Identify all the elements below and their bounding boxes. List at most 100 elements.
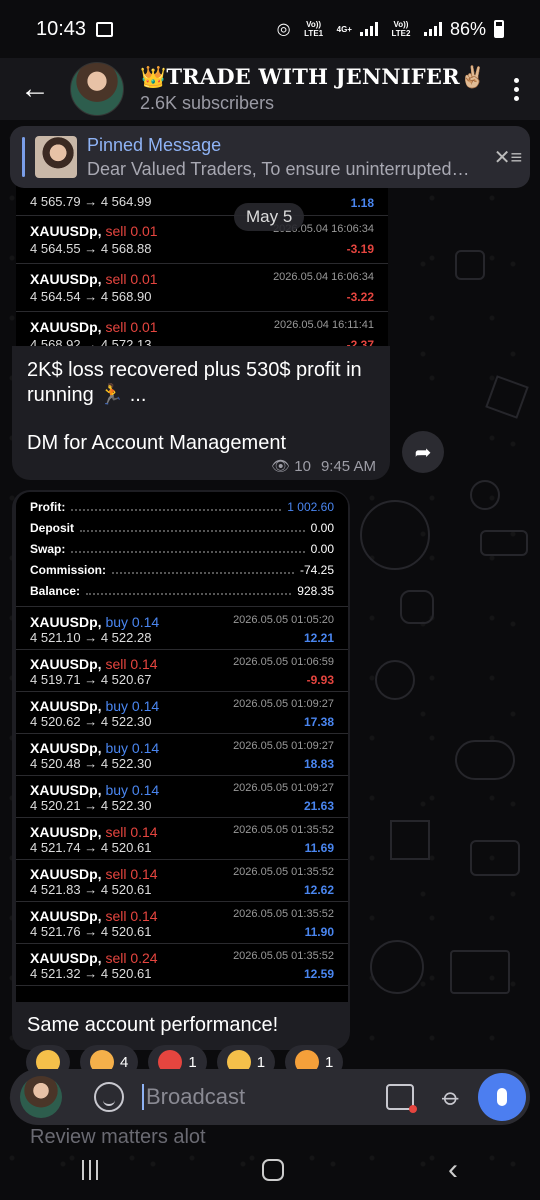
table-row: XAUUSDp, sell 0.01 4 568.92 → 4 572.13 2… bbox=[16, 313, 388, 348]
doodle-icon bbox=[455, 250, 485, 280]
trade-symbol: XAUUSDp, sell 0.01 bbox=[30, 223, 158, 239]
back-button[interactable]: ← bbox=[0, 58, 70, 120]
eye-icon: 👁 bbox=[271, 458, 291, 475]
status-icons: ◎ Vo)) LTE1 4G+ Vo)) LTE2 86% bbox=[277, 19, 504, 40]
trade-date: 2026.05.05 01:09:27 bbox=[233, 740, 334, 752]
microphone-button[interactable] bbox=[478, 1073, 526, 1121]
pinned-list-icon[interactable]: ✕≡ bbox=[486, 145, 530, 170]
symbol-text: XAUUSDp, bbox=[30, 950, 102, 966]
trade-profit: 21.63 bbox=[303, 799, 334, 813]
trade-price: 4 521.83 → 4 520.61 bbox=[30, 882, 152, 897]
message-text-line: running 🏃 ... bbox=[27, 384, 147, 406]
trade-date: 2026.05.05 01:09:27 bbox=[233, 698, 334, 710]
message-time: 9:45 AM bbox=[320, 457, 376, 475]
trade-price: 4 520.62 → 4 522.30 bbox=[30, 714, 152, 729]
symbol-text: XAUUSDp, bbox=[30, 782, 102, 798]
trade-side: buy 0.14 bbox=[105, 740, 160, 756]
trade-screenshot-main[interactable]: Profit: 1 002.60 Deposit 0.00 Swap: 0.00 Co… bbox=[16, 492, 348, 1002]
trade-price: 4 521.10 → 4 522.28 bbox=[30, 630, 152, 645]
trade-price: 4 519.71 → 4 520.67 bbox=[30, 672, 152, 687]
more-menu-button[interactable] bbox=[492, 58, 540, 120]
trade-symbol: XAUUSDp, sell 0.14 bbox=[30, 656, 158, 672]
summary-value: 1 002.60 bbox=[287, 499, 334, 514]
summary-key: Swap: bbox=[30, 541, 66, 556]
trade-side: buy 0.14 bbox=[105, 782, 160, 798]
hotspot-icon: ◎ bbox=[276, 21, 291, 38]
trade-side: sell 0.01 bbox=[105, 271, 158, 287]
trade-profit: 18.83 bbox=[303, 757, 334, 771]
channel-info[interactable]: 👑TRADE WITH JENNIFER✌🏼 2.6K subscribers bbox=[140, 64, 486, 114]
doodle-icon bbox=[360, 500, 430, 570]
share-arrow-icon: ➦ bbox=[414, 441, 432, 464]
doodle-icon bbox=[455, 740, 515, 780]
doodle-icon bbox=[400, 590, 434, 624]
microphone-icon bbox=[497, 1088, 507, 1106]
trade-side: sell 0.01 bbox=[105, 223, 158, 239]
trade-date: 2026.05.04 16:11:41 bbox=[273, 319, 374, 331]
trade-profit: 12.59 bbox=[303, 967, 334, 981]
trade-profit: 11.69 bbox=[304, 841, 334, 855]
signal-icon-2 bbox=[423, 22, 442, 36]
message-text: Same account performance! bbox=[27, 1014, 279, 1036]
symbol-text: XAUUSDp, bbox=[30, 223, 102, 239]
summary-key: Balance: bbox=[30, 583, 81, 598]
pinned-message-bar[interactable]: Pinned Message Dear Valued Traders, To e… bbox=[10, 126, 530, 188]
message-bubble[interactable]: 2K$ loss recovered plus 530$ profit in r… bbox=[12, 346, 390, 480]
pinned-thumbnail bbox=[35, 136, 77, 178]
table-row: XAUUSDp, buy 0.14 4 520.48 → 4 522.30 20… bbox=[16, 734, 348, 776]
summary-value: -74.25 bbox=[299, 562, 334, 577]
summary-row: Swap: 0.00 bbox=[30, 538, 334, 559]
dot bbox=[513, 95, 519, 101]
trade-price: 4 565.79 → 4 564.99 bbox=[30, 194, 152, 209]
send-as-avatar[interactable] bbox=[20, 1076, 62, 1118]
summary-row: Balance: 928.35 bbox=[30, 580, 334, 601]
doodle-icon bbox=[370, 940, 424, 994]
table-row: XAUUSDp, buy 0.14 4 521.10 → 4 522.28 20… bbox=[16, 608, 348, 650]
message-text-line: DM for Account Management bbox=[27, 432, 287, 454]
table-row: XAUUSDp, sell 0.14 4 521.74 → 4 520.61 2… bbox=[16, 818, 348, 860]
forward-button[interactable]: ➦ bbox=[402, 431, 444, 473]
table-row: XAUUSDp, sell 0.24 4 521.32 → 4 520.61 2… bbox=[16, 944, 348, 986]
pinned-indicator bbox=[22, 137, 25, 177]
home-button[interactable] bbox=[262, 1159, 284, 1181]
trade-profit: 1.18 bbox=[350, 196, 374, 210]
trade-side: sell 0.24 bbox=[105, 950, 158, 966]
trade-symbol: XAUUSDp, sell 0.24 bbox=[30, 950, 158, 966]
emoji-icon[interactable] bbox=[94, 1082, 124, 1112]
battery-icon bbox=[494, 20, 504, 38]
trade-price: 4 564.55 → 4 568.88 bbox=[30, 241, 152, 256]
network-4g-label: 4G+ bbox=[336, 24, 352, 34]
trade-date: 2026.05.05 01:35:52 bbox=[233, 824, 334, 836]
message-input[interactable]: Broadcast bbox=[142, 1084, 245, 1110]
trade-date: 2026.05.05 01:35:52 bbox=[233, 908, 334, 920]
dot bbox=[513, 77, 519, 83]
trade-date: 2026.05.05 01:35:52 bbox=[233, 866, 334, 878]
trade-profit: 12.21 bbox=[303, 631, 334, 645]
channel-avatar[interactable] bbox=[70, 62, 124, 116]
symbol-text: XAUUSDp, bbox=[30, 271, 102, 287]
schedule-calendar-icon[interactable] bbox=[385, 1084, 417, 1113]
trade-profit: 11.90 bbox=[304, 925, 334, 939]
channel-title: 👑TRADE WITH JENNIFER✌🏼 bbox=[140, 64, 487, 89]
back-nav-button[interactable]: ‹ bbox=[448, 1153, 458, 1187]
network-lte1-label: Vo)) LTE1 bbox=[304, 20, 324, 38]
attach-paperclip-icon[interactable]: ⌀ bbox=[435, 1082, 466, 1113]
trade-profit: -3.22 bbox=[346, 290, 374, 304]
trade-side: sell 0.14 bbox=[105, 908, 158, 924]
trade-symbol: XAUUSDp, sell 0.14 bbox=[30, 866, 158, 882]
trade-date: 2026.05.05 01:09:27 bbox=[233, 782, 334, 794]
summary-row: Commission: -74.25 bbox=[30, 559, 334, 580]
arrow-left-icon: ← bbox=[20, 72, 50, 105]
network-lte2-label: Vo)) LTE2 bbox=[391, 20, 411, 38]
reaction-count: 1 bbox=[325, 1053, 334, 1071]
trade-side: sell 0.14 bbox=[105, 866, 158, 882]
dot bbox=[513, 86, 519, 92]
trade-price: 4 521.74 → 4 520.61 bbox=[30, 840, 152, 855]
summary-value: 0.00 bbox=[310, 520, 334, 535]
trade-side: buy 0.14 bbox=[105, 698, 160, 714]
recent-apps-button[interactable] bbox=[82, 1160, 98, 1180]
message-text-line: 2K$ loss recovered plus 530$ profit in bbox=[27, 359, 362, 381]
battery-percent: 86% bbox=[449, 18, 486, 39]
table-row: XAUUSDp, sell 0.01 4 564.55 → 4 568.88 2… bbox=[16, 217, 388, 264]
trade-screenshot-top[interactable]: 4 565.79 → 4 564.99 1.18 XAUUSDp, sell 0… bbox=[16, 180, 388, 348]
